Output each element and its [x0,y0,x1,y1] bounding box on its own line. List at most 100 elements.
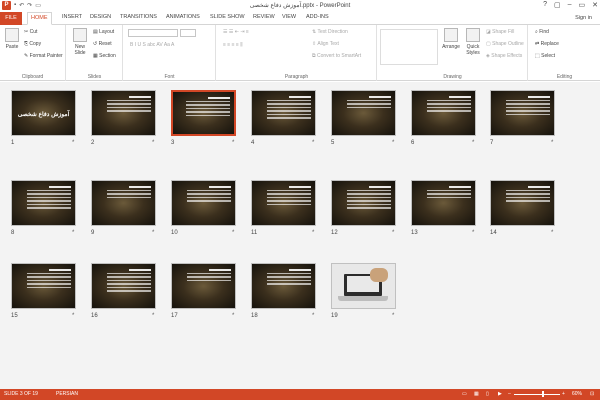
tab-slide-show[interactable]: SLIDE SHOW [210,14,245,20]
slide-thumbnail[interactable] [411,180,476,226]
slide-thumbnail[interactable] [171,90,236,136]
shape-fill-button[interactable]: ◪ Shape Fill [486,29,514,35]
new-slide-button[interactable]: New Slide [70,28,90,56]
font-style-buttons[interactable]: B I U S abc AV Aa A [130,42,174,48]
animation-star-icon[interactable]: * [551,140,553,146]
animation-star-icon[interactable]: * [392,313,394,319]
slideshow-view-icon[interactable]: ▶ [498,391,502,397]
zoom-level[interactable]: 60% [572,391,582,397]
help-icon[interactable]: ? [543,1,547,9]
slide-thumbnail[interactable] [91,263,156,309]
ribbon-display-icon[interactable]: ▢ [554,1,561,9]
close-icon[interactable]: ✕ [592,1,598,9]
select-label: Select [541,53,556,59]
animation-star-icon[interactable]: * [551,230,553,236]
slide-thumbnail[interactable] [251,263,316,309]
reset-button[interactable]: ↺ Reset [93,41,112,47]
tab-view[interactable]: VIEW [282,14,296,20]
editing-label: Editing [556,74,573,80]
tab-design[interactable]: DESIGN [90,14,111,20]
slide-thumbnail[interactable] [331,180,396,226]
layout-button[interactable]: ▤ Layout [93,29,114,35]
font-size-box[interactable] [180,29,196,37]
format-painter-label: Format Painter [29,53,63,59]
reset-label: Reset [98,41,112,47]
shape-effects-button[interactable]: ◈ Shape Effects [486,53,522,59]
animation-star-icon[interactable]: * [232,230,234,236]
tab-animations[interactable]: ANIMATIONS [166,14,200,20]
align-text-button[interactable]: ⇳ Align Text [312,41,339,47]
paste-button[interactable]: Paste [3,28,21,50]
zoom-out-icon[interactable]: – [508,391,511,397]
tab-home[interactable]: HOME [27,12,52,25]
slide-thumbnail[interactable] [91,90,156,136]
text-direction-button[interactable]: ⇅ Text Direction [312,29,348,35]
slide-sorter-view-icon[interactable]: ▦ [474,391,479,397]
quick-styles-button[interactable]: Quick Styles [463,28,483,56]
shape-outline-button[interactable]: ▢ Shape Outline [486,41,524,47]
animation-star-icon[interactable]: * [312,230,314,236]
copy-button[interactable]: ⎘ Copy [24,41,41,47]
tab-transitions[interactable]: TRANSITIONS [120,14,157,20]
animation-star-icon[interactable]: * [232,140,234,146]
tab-add-ins[interactable]: ADD-INS [306,14,329,20]
ribbon: Paste ✂ Cut ⎘ Copy ✎ Format Painter Clip… [0,25,600,81]
section-label: Section [99,53,116,59]
copy-label: Copy [29,41,42,47]
format-painter-button[interactable]: ✎ Format Painter [24,53,63,59]
normal-view-icon[interactable]: ▭ [462,391,467,397]
animation-star-icon[interactable]: * [312,313,314,319]
animation-star-icon[interactable]: * [392,140,394,146]
language-indicator[interactable]: PERSIAN [56,391,78,397]
select-button[interactable]: ⬚ Select [535,53,555,59]
convert-smartart-button[interactable]: ⧉ Convert to SmartArt [312,53,361,59]
replace-button[interactable]: ⇄ Replace [535,41,559,47]
animation-star-icon[interactable]: * [72,140,74,146]
animation-star-icon[interactable]: * [312,140,314,146]
animation-star-icon[interactable]: * [472,140,474,146]
section-button[interactable]: ▦ Section [93,53,116,59]
slide-thumbnail[interactable] [91,180,156,226]
zoom-in-icon[interactable]: + [562,391,565,397]
reading-view-icon[interactable]: ▯ [486,391,489,397]
slide-thumbnail[interactable] [490,180,555,226]
tab-file[interactable]: FILE [0,12,22,25]
slide-number: 2 [91,140,95,146]
slide-thumbnail[interactable] [251,90,316,136]
cut-button[interactable]: ✂ Cut [24,29,37,35]
slide-thumbnail[interactable] [171,180,236,226]
slide-thumbnail[interactable] [331,90,396,136]
slide-thumbnail[interactable] [11,180,76,226]
arrange-button[interactable]: Arrange [441,28,461,50]
find-button[interactable]: ⌕ Find [535,29,549,35]
align-buttons[interactable]: ≡ ≡ ≡ ≡ ⫼ [223,42,243,48]
slide-thumbnail[interactable] [411,90,476,136]
tab-review[interactable]: REVIEW [253,14,275,20]
sign-in-link[interactable]: Sign in [575,15,592,21]
animation-star-icon[interactable]: * [232,313,234,319]
fit-slide-icon[interactable]: ⊡ [590,391,594,397]
slide-thumbnail[interactable] [171,263,236,309]
animation-star-icon[interactable]: * [152,230,154,236]
animation-star-icon[interactable]: * [72,313,74,319]
slide-sorter: آموزش دفاع شخصی 1 * 2 * 3 * 4 * 5 * 6 * 7 * 8 * 9 * 10 * 11 * 1… [0,82,600,389]
list-buttons[interactable]: ☰ ☰ ⇤ ⇥ ≡ [223,29,249,35]
slide-thumbnail[interactable] [11,263,76,309]
font-name-box[interactable] [128,29,178,37]
zoom-slider[interactable] [514,394,560,395]
slide-text-block [347,186,391,211]
animation-star-icon[interactable]: * [152,140,154,146]
restore-icon[interactable]: ▭ [579,1,586,9]
shapes-gallery[interactable] [380,29,438,65]
minimize-icon[interactable]: – [568,1,572,9]
slide-thumbnail[interactable] [331,263,396,309]
animation-star-icon[interactable]: * [392,230,394,236]
animation-star-icon[interactable]: * [152,313,154,319]
animation-star-icon[interactable]: * [472,230,474,236]
animation-star-icon[interactable]: * [72,230,74,236]
slide-thumbnail[interactable] [251,180,316,226]
slide-thumbnail[interactable] [490,90,555,136]
zoom-slider-thumb[interactable] [541,391,544,397]
tab-insert[interactable]: INSERT [62,14,82,20]
slide-thumbnail[interactable]: آموزش دفاع شخصی [11,90,76,136]
